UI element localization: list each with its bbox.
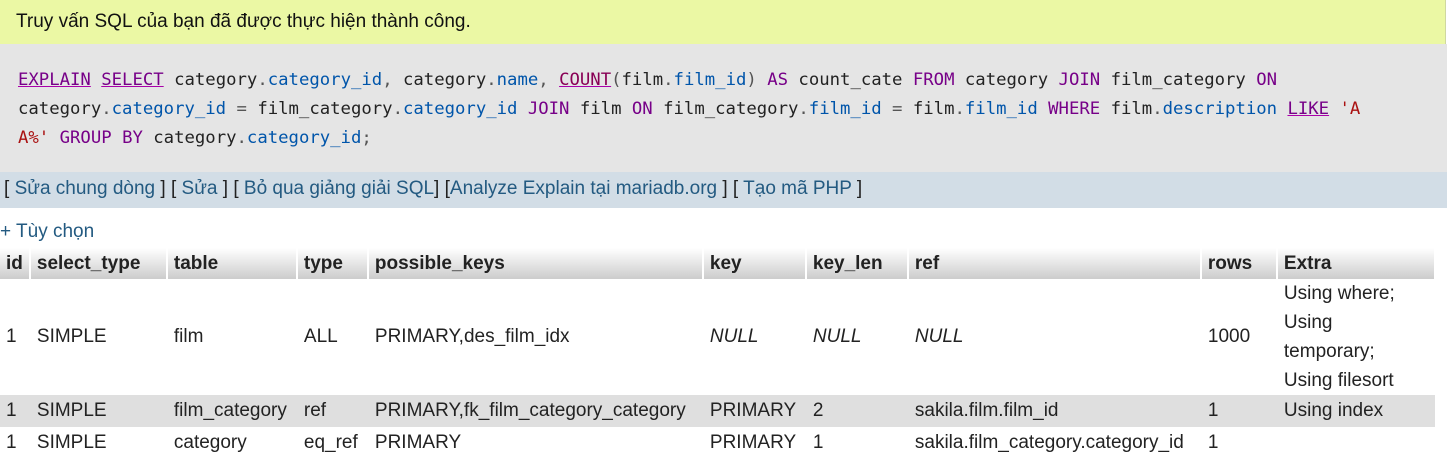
cell-rows: 1 xyxy=(1200,395,1277,427)
cell-table: film xyxy=(166,279,297,395)
cell-key-len: 2 xyxy=(805,395,908,427)
sql-query-box: EXPLAIN SELECT category.category_id, cat… xyxy=(0,44,1447,172)
cell-select-type: SIMPLE xyxy=(29,395,167,427)
cell-key: PRIMARY xyxy=(702,427,806,459)
col-header-select-type[interactable]: select_type xyxy=(29,248,168,279)
cell-id: 1 xyxy=(0,279,30,395)
edit-link[interactable]: Sửa xyxy=(182,178,218,199)
cell-rows: 1000 xyxy=(1200,279,1277,395)
table-row: 1 SIMPLE category eq_ref PRIMARY PRIMARY… xyxy=(0,427,1435,459)
cell-key: PRIMARY xyxy=(702,395,806,427)
cell-possible-keys: PRIMARY,des_film_idx xyxy=(367,279,703,395)
cell-type: ref xyxy=(296,395,368,427)
cell-type: eq_ref xyxy=(296,427,368,459)
col-header-table[interactable]: table xyxy=(166,248,298,279)
cell-table: film_category xyxy=(166,395,297,427)
cell-key: NULL xyxy=(702,279,806,395)
col-header-possible-keys[interactable]: possible_keys xyxy=(367,248,704,279)
cell-type: ALL xyxy=(296,279,368,395)
query-action-links: [ Sửa chung dòng ] [ Sửa ] [ Bỏ qua giản… xyxy=(0,172,1447,208)
cell-id: 1 xyxy=(0,395,30,427)
col-header-id[interactable]: id xyxy=(0,248,31,279)
create-php-link[interactable]: Tạo mã PHP xyxy=(743,178,851,199)
success-message: Truy vấn SQL của bạn đã được thực hiện t… xyxy=(0,0,1446,44)
cell-ref: sakila.film_category.category_id xyxy=(907,427,1201,459)
table-row: 1 SIMPLE film ALL PRIMARY,des_film_idx N… xyxy=(0,279,1435,395)
cell-rows: 1 xyxy=(1200,427,1277,459)
sql-query-text: EXPLAIN SELECT category.category_id, cat… xyxy=(18,70,1361,148)
skip-explain-link[interactable]: Bỏ qua giảng giải SQL xyxy=(244,178,434,199)
col-header-rows[interactable]: rows xyxy=(1200,248,1278,279)
options-toggle[interactable]: + Tùy chọn xyxy=(0,221,94,243)
col-header-key[interactable]: key xyxy=(702,248,807,279)
inline-edit-link[interactable]: Sửa chung dòng xyxy=(15,178,156,199)
cell-possible-keys: PRIMARY xyxy=(367,427,703,459)
cell-id: 1 xyxy=(0,427,30,459)
col-header-ref[interactable]: ref xyxy=(907,248,1202,279)
cell-extra: Using index xyxy=(1276,395,1435,427)
col-header-extra[interactable]: Extra xyxy=(1276,248,1437,279)
cell-extra xyxy=(1276,427,1435,459)
cell-ref: sakila.film.film_id xyxy=(907,395,1201,427)
col-header-type[interactable]: type xyxy=(296,248,369,279)
table-header-row: id select_type table type possible_keys … xyxy=(0,248,1437,279)
cell-ref: NULL xyxy=(907,279,1201,395)
explain-result-table: id select_type table type possible_keys … xyxy=(0,248,1437,459)
cell-select-type: SIMPLE xyxy=(29,427,167,459)
cell-select-type: SIMPLE xyxy=(29,279,167,395)
cell-possible-keys: PRIMARY,fk_film_category_category xyxy=(367,395,703,427)
success-text: Truy vấn SQL của bạn đã được thực hiện t… xyxy=(16,11,471,32)
cell-key-len: 1 xyxy=(805,427,908,459)
table-row: 1 SIMPLE film_category ref PRIMARY,fk_fi… xyxy=(0,395,1435,427)
cell-extra: Using where; Using temporary; Using file… xyxy=(1276,279,1435,395)
analyze-explain-link[interactable]: Analyze Explain tại mariadb.org xyxy=(450,178,717,199)
cell-table: category xyxy=(166,427,297,459)
cell-key-len: NULL xyxy=(805,279,908,395)
col-header-key-len[interactable]: key_len xyxy=(805,248,909,279)
